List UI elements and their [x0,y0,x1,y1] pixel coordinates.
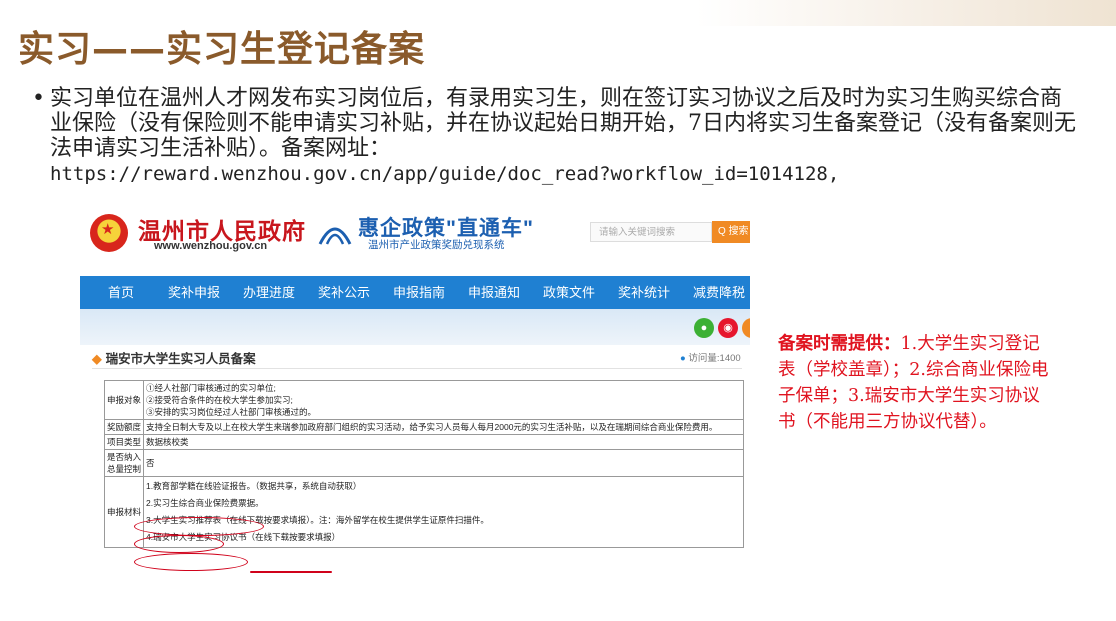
table-row: 奖励额度 支持全日制大专及以上在校大学生来瑞参加政府部门组织的实习活动，给予实习… [103,419,744,435]
nav-item[interactable]: 办理进度 [243,276,295,309]
row-value: 支持全日制大专及以上在校大学生来瑞参加政府部门组织的实习活动，给予实习人员每人每… [143,419,744,435]
bullet-text: 实习单位在温州人才网发布实习岗位后，有录用实习生，则在签订实习协议之后及时为实习… [50,86,1077,161]
row-value: ①经人社部门审核通过的实习单位; ②接受符合条件的在校大学生参加实习; ③安排的… [143,380,744,420]
registration-url[interactable]: https://reward.wenzhou.gov.cn/app/guide/… [50,163,839,185]
share-band [80,309,750,345]
section-divider [92,368,742,369]
row-key: 是否纳入总量控制 [103,449,145,477]
eye-icon: ● [680,353,686,364]
table-line: 2.实习生综合商业保险费票据。 [146,498,264,508]
table-row: 项目类型 数据核校类 [103,434,744,450]
row-key: 申报对象 [103,380,145,420]
annotation-circle [134,553,248,571]
weibo-icon[interactable]: ◉ [718,318,738,338]
site-header: 温州市人民政府 www.wenzhou.gov.cn 惠企政策"直通车" 温州市… [80,198,750,274]
note-label: 备案时需提供： [778,334,901,354]
nav-item[interactable]: 减费降税 [693,276,745,309]
section-title: ◆ 瑞安市大学生实习人员备案 [92,348,256,367]
nav-item[interactable]: 政策文件 [543,276,595,309]
bullet-paragraph: • 实习单位在温州人才网发布实习岗位后，有录用实习生，则在签订实习协议之后及时为… [32,86,1080,187]
site-search-input[interactable]: 请输入关键词搜索 [590,222,712,242]
national-emblem-icon [90,214,128,252]
annotation-circle [134,517,264,536]
requirements-note: 备案时需提供：1.大学生实习登记表（学校盖章）；2.综合商业保险电子保单；3.瑞… [778,331,1050,435]
row-key: 申报材料 [103,476,145,548]
visit-count: 访问量:1400 [688,353,741,364]
site-search-button[interactable]: Q 搜索 [712,221,750,243]
diamond-icon: ◆ [92,352,102,366]
row-key: 奖励额度 [103,419,145,435]
table-line: ③安排的实习岗位经过人社部门审核通过的。 [146,407,317,417]
slide-title: 实习——实习生登记备案 [18,29,426,70]
bullet-dot: • [32,86,45,111]
table-line: ②接受符合条件的在校大学生参加实习; [146,395,293,405]
table-row: 申报对象 ①经人社部门审核通过的实习单位; ②接受符合条件的在校大学生参加实习;… [103,380,744,420]
wechat-icon[interactable]: ● [694,318,714,338]
row-value: 否 [143,449,744,477]
nav-item[interactable]: 奖补申报 [168,276,220,309]
nav-item[interactable]: 奖补公示 [318,276,370,309]
table-line: ①经人社部门审核通过的实习单位; [146,383,276,393]
table-row: 是否纳入总量控制 否 [103,449,744,477]
row-value: 1.教育部学籍在线验证报告。（数据共享，系统自动获取） 2.实习生综合商业保险费… [143,476,744,548]
portal-subtitle: 温州市产业政策奖励兑现系统 [368,239,505,251]
row-value: 数据核校类 [143,434,744,450]
top-decoration [696,0,1116,26]
embedded-website-screenshot: 温州市人民政府 www.wenzhou.gov.cn 惠企政策"直通车" 温州市… [80,198,750,576]
nav-item[interactable]: 首页 [108,276,134,309]
table-line: 1.教育部学籍在线验证报告。（数据共享，系统自动获取） [146,481,362,491]
visit-counter: ● 访问量:1400 [680,350,741,364]
nav-item[interactable]: 申报指南 [393,276,445,309]
annotation-underline [250,571,332,573]
portal-logo-icon [318,227,352,245]
site-nav: 首页 奖补申报 办理进度 奖补公示 申报指南 申报通知 政策文件 奖补统计 减费… [80,276,750,309]
row-key: 项目类型 [103,434,145,450]
gov-url: www.wenzhou.gov.cn [154,240,268,252]
annotation-circle [134,535,224,553]
nav-item[interactable]: 申报通知 [468,276,520,309]
section-title-text: 瑞安市大学生实习人员备案 [105,352,256,366]
nav-item[interactable]: 奖补统计 [618,276,670,309]
